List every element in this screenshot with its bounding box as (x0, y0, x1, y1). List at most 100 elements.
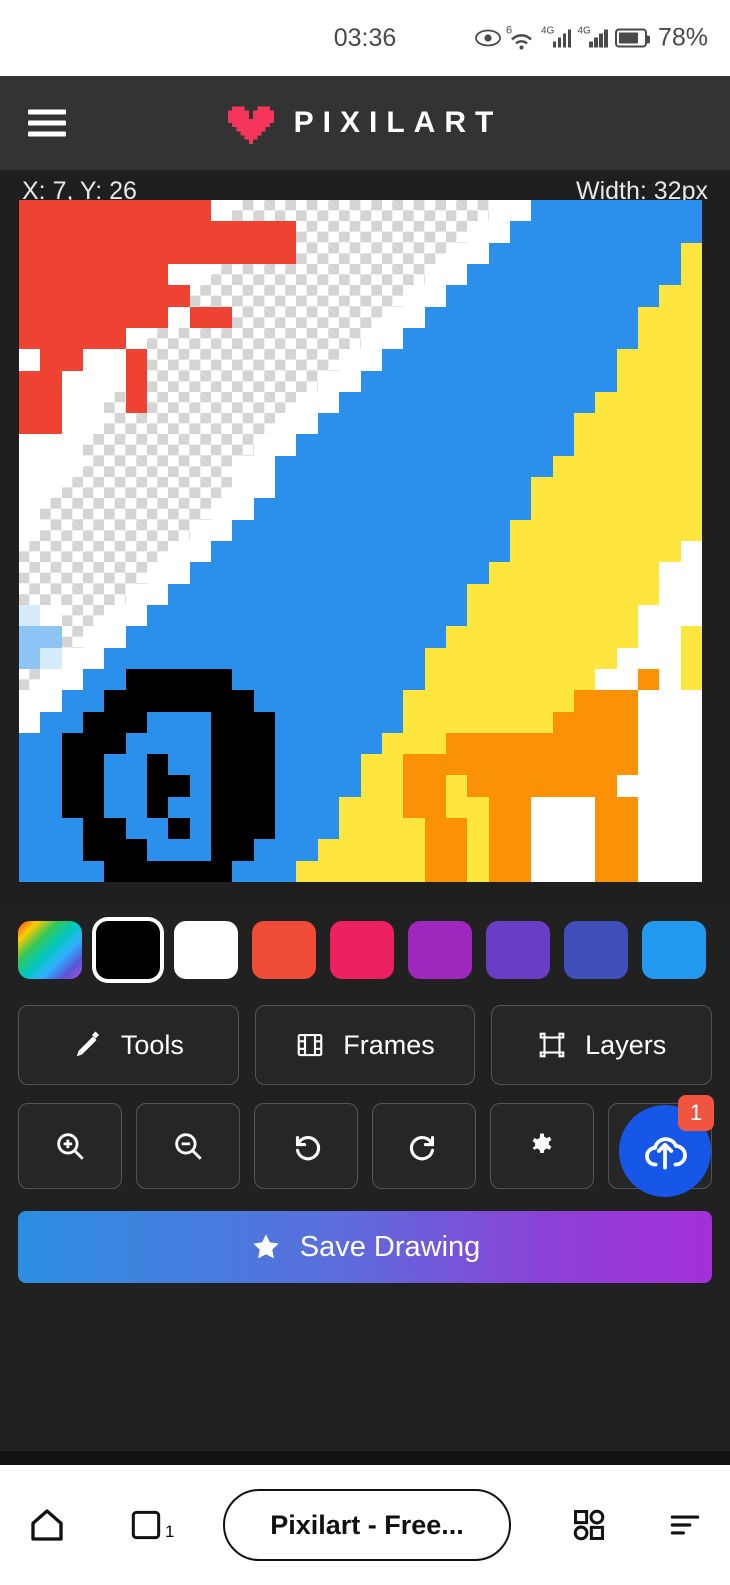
canvas-pixel[interactable] (595, 455, 617, 478)
canvas-pixel[interactable] (552, 242, 574, 264)
canvas-pixel[interactable] (83, 477, 105, 499)
canvas-pixel[interactable] (467, 263, 489, 286)
canvas-pixel[interactable] (509, 370, 532, 392)
canvas-pixel[interactable] (275, 455, 297, 478)
canvas-pixel[interactable] (147, 391, 169, 414)
canvas-pixel[interactable] (381, 413, 404, 435)
canvas-pixel[interactable] (659, 263, 681, 286)
canvas-pixel[interactable] (424, 306, 446, 328)
canvas-pixel[interactable] (104, 711, 126, 733)
canvas-pixel[interactable] (232, 221, 254, 243)
canvas-pixel[interactable] (680, 711, 702, 733)
canvas-pixel[interactable] (637, 370, 660, 392)
canvas-pixel[interactable] (275, 200, 297, 222)
canvas-pixel[interactable] (445, 221, 468, 243)
canvas-pixel[interactable] (104, 647, 126, 669)
canvas-pixel[interactable] (616, 498, 638, 520)
canvas-pixel[interactable] (403, 711, 425, 733)
canvas-pixel[interactable] (467, 796, 489, 819)
canvas-pixel[interactable] (104, 391, 126, 414)
canvas-pixel[interactable] (317, 732, 340, 755)
canvas-pixel[interactable] (211, 370, 233, 392)
canvas-pixel[interactable] (531, 285, 553, 307)
canvas-pixel[interactable] (19, 306, 41, 328)
canvas-pixel[interactable] (381, 541, 404, 563)
url-bar[interactable]: Pixilart - Free... (223, 1489, 511, 1561)
canvas-pixel[interactable] (40, 668, 62, 691)
canvas-pixel[interactable] (317, 583, 340, 605)
canvas-pixel[interactable] (531, 668, 553, 691)
swatch-white[interactable] (174, 921, 238, 979)
canvas-pixel[interactable] (61, 242, 84, 264)
canvas-pixel[interactable] (147, 626, 169, 648)
canvas-pixel[interactable] (637, 455, 660, 478)
canvas-pixel[interactable] (637, 200, 660, 222)
canvas-pixel[interactable] (381, 263, 404, 286)
canvas-pixel[interactable] (275, 860, 297, 882)
canvas-pixel[interactable] (595, 818, 617, 840)
canvas-pixel[interactable] (339, 370, 361, 392)
canvas-pixel[interactable] (595, 391, 617, 414)
canvas-pixel[interactable] (317, 349, 340, 371)
canvas-pixel[interactable] (509, 818, 532, 840)
canvas-pixel[interactable] (381, 455, 404, 478)
canvas-pixel[interactable] (19, 711, 41, 733)
canvas-pixel[interactable] (424, 626, 446, 648)
canvas-pixel[interactable] (147, 562, 169, 584)
canvas-pixel[interactable] (19, 647, 41, 669)
canvas-pixel[interactable] (104, 860, 126, 882)
canvas-pixel[interactable] (40, 775, 62, 797)
canvas-pixel[interactable] (381, 221, 404, 243)
canvas-pixel[interactable] (125, 263, 148, 286)
canvas-pixel[interactable] (253, 541, 276, 563)
canvas-pixel[interactable] (61, 327, 84, 350)
canvas-pixel[interactable] (360, 626, 382, 648)
canvas-pixel[interactable] (104, 370, 126, 392)
canvas-pixel[interactable] (168, 583, 190, 605)
canvas-pixel[interactable] (61, 626, 84, 648)
canvas-pixel[interactable] (616, 263, 638, 286)
canvas-pixel[interactable] (253, 519, 276, 541)
canvas-pixel[interactable] (253, 434, 276, 456)
canvas-pixel[interactable] (509, 647, 532, 669)
canvas-pixel[interactable] (573, 604, 596, 627)
canvas-pixel[interactable] (253, 668, 276, 691)
canvas-pixel[interactable] (360, 562, 382, 584)
canvas-pixel[interactable] (403, 242, 425, 264)
canvas-pixel[interactable] (403, 818, 425, 840)
canvas-pixel[interactable] (445, 455, 468, 478)
canvas-pixel[interactable] (61, 647, 84, 669)
canvas-pixel[interactable] (147, 839, 169, 861)
canvas-pixel[interactable] (275, 263, 297, 286)
canvas-pixel[interactable] (296, 434, 318, 456)
canvas-pixel[interactable] (552, 413, 574, 435)
canvas-pixel[interactable] (595, 562, 617, 584)
canvas-pixel[interactable] (659, 690, 681, 712)
canvas-pixel[interactable] (509, 754, 532, 776)
canvas-pixel[interactable] (424, 200, 446, 222)
canvas-pixel[interactable] (488, 732, 510, 755)
canvas-pixel[interactable] (232, 519, 254, 541)
canvas-pixel[interactable] (253, 498, 276, 520)
canvas-pixel[interactable] (339, 796, 361, 819)
canvas-pixel[interactable] (680, 860, 702, 882)
canvas-pixel[interactable] (83, 647, 105, 669)
canvas-pixel[interactable] (616, 370, 638, 392)
canvas-pixel[interactable] (467, 370, 489, 392)
canvas-pixel[interactable] (360, 775, 382, 797)
canvas-pixel[interactable] (339, 413, 361, 435)
canvas-pixel[interactable] (296, 541, 318, 563)
canvas-pixel[interactable] (616, 562, 638, 584)
canvas-pixel[interactable] (552, 626, 574, 648)
canvas-pixel[interactable] (616, 519, 638, 541)
canvas-pixel[interactable] (104, 754, 126, 776)
canvas-pixel[interactable] (445, 690, 468, 712)
canvas-pixel[interactable] (104, 775, 126, 797)
canvas-pixel[interactable] (616, 541, 638, 563)
canvas-pixel[interactable] (467, 775, 489, 797)
canvas-pixel[interactable] (83, 541, 105, 563)
canvas-pixel[interactable] (595, 796, 617, 819)
canvas-pixel[interactable] (275, 775, 297, 797)
canvas-pixel[interactable] (253, 604, 276, 627)
canvas-pixel[interactable] (509, 242, 532, 264)
